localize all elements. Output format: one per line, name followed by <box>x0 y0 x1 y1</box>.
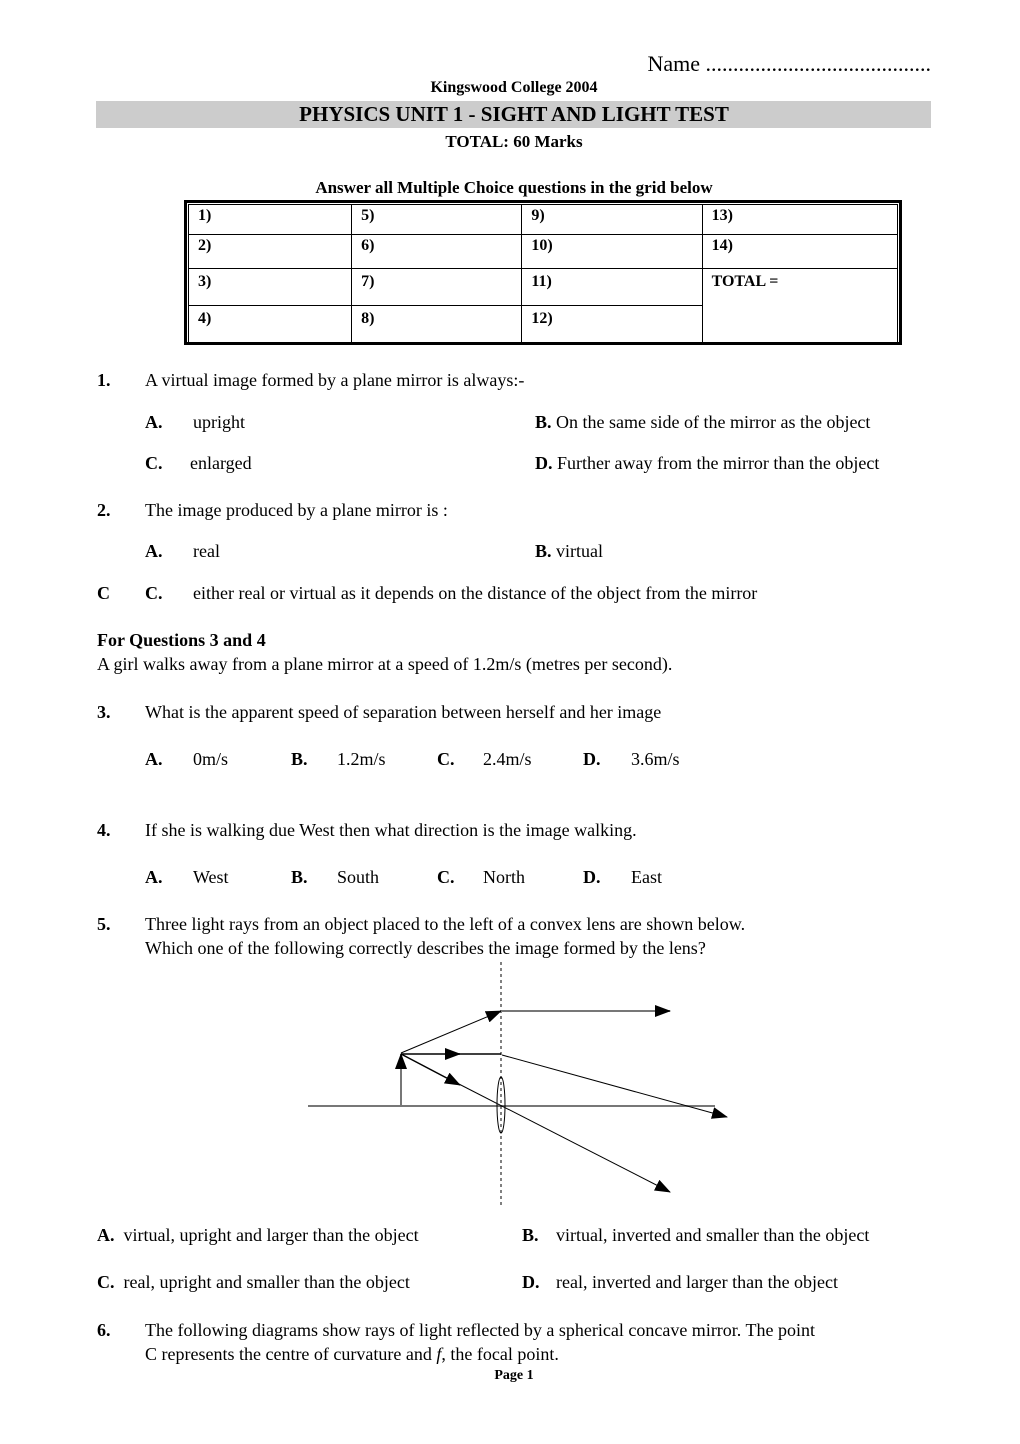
option-letter: B. <box>522 1225 539 1245</box>
option-text[interactable]: South <box>337 868 379 886</box>
option-letter: C. <box>437 749 455 769</box>
answer-cell[interactable]: 1) <box>187 204 353 235</box>
total-marks: TOTAL: 60 Marks <box>445 132 583 151</box>
question-text: If she is walking due West then what dir… <box>145 820 637 840</box>
page-number: Page 1 <box>494 1368 534 1383</box>
question-number: 4. <box>97 820 111 840</box>
option-letter: A. <box>145 412 163 432</box>
question-number: 6. <box>97 1320 111 1340</box>
question-number: 5. <box>97 914 111 934</box>
section-heading: For Questions 3 and 4 <box>97 630 266 650</box>
question-text: The following diagrams show rays of ligh… <box>145 1320 815 1340</box>
question-number: 2. <box>97 500 111 520</box>
option-text[interactable]: virtual, inverted and smaller than the o… <box>556 1226 869 1244</box>
stray-mark: C <box>97 583 110 603</box>
option-text[interactable]: upright <box>193 413 245 431</box>
option-letter: B. <box>535 541 552 561</box>
convex-lens <box>496 1076 506 1134</box>
option-text[interactable]: 2.4m/s <box>483 750 532 768</box>
college-name: Kingswood College 2004 <box>430 79 598 96</box>
option-letter: C. <box>437 867 455 887</box>
question-text: The image produced by a plane mirror is … <box>145 500 448 520</box>
answer-cell[interactable]: 4) <box>187 305 353 343</box>
option-letter: A. <box>145 867 163 887</box>
answer-cell[interactable]: 11) <box>521 268 703 306</box>
ray-1-incident <box>400 1010 502 1054</box>
option-text[interactable]: real <box>193 542 220 560</box>
option-letter: A. <box>145 541 163 561</box>
option-text: virtual <box>556 541 604 561</box>
option-d[interactable]: D. Further away from the mirror than the… <box>535 454 879 472</box>
option-letter: C. <box>145 583 163 603</box>
grid-instruction: Answer all Multiple Choice questions in … <box>315 178 713 197</box>
answer-cell[interactable]: 10) <box>521 234 703 269</box>
option-letter: D. <box>522 1272 540 1292</box>
question-text: Three light rays from an object placed t… <box>145 914 746 934</box>
option-letter: D. <box>583 867 601 887</box>
answer-cell[interactable]: 2) <box>187 234 353 269</box>
question-text: A virtual image formed by a plane mirror… <box>145 370 525 390</box>
option-letter: B. <box>291 749 308 769</box>
total-score-cell[interactable]: TOTAL = <box>701 268 899 343</box>
answer-cell[interactable]: 12) <box>521 305 703 343</box>
option-letter: A. <box>97 1225 115 1245</box>
option-b[interactable]: B. virtual <box>535 542 603 560</box>
option-text: On the same side of the mirror as the ob… <box>556 412 871 432</box>
option-letter: A. <box>145 749 163 769</box>
option-letter: C. <box>97 1272 115 1292</box>
option-letter: C. <box>145 453 163 473</box>
ray-2-refracted <box>501 1054 728 1119</box>
answer-cell[interactable]: 7) <box>351 268 523 306</box>
option-text[interactable]: real, inverted and larger than the objec… <box>556 1273 838 1291</box>
option-text[interactable]: 3.6m/s <box>631 750 680 768</box>
option-text: real, upright and smaller than the objec… <box>123 1272 410 1292</box>
option-letter: B. <box>535 412 552 432</box>
option-text: Further away from the mirror than the ob… <box>557 453 880 473</box>
option-letter: D. <box>583 749 601 769</box>
section-context: A girl walks away from a plane mirror at… <box>97 654 673 674</box>
page-title: PHYSICS UNIT 1 - SIGHT AND LIGHT TEST <box>299 102 729 126</box>
option-text: virtual, upright and larger than the obj… <box>123 1225 419 1245</box>
text-segment: C represents the centre of curvature and <box>145 1344 437 1364</box>
text-segment: , the focal point. <box>441 1344 559 1364</box>
option-b[interactable]: B. On the same side of the mirror as the… <box>535 413 870 431</box>
answer-cell[interactable]: 6) <box>351 234 523 269</box>
ray-3-continued <box>454 1081 671 1193</box>
answer-grid: 1) 5) 9) 13) 2) 6) 10) 14) 3) 7) 11) TOT… <box>184 200 902 345</box>
answer-cell[interactable]: 3) <box>187 268 353 306</box>
answer-cell[interactable]: 9) <box>521 204 703 235</box>
question-text: What is the apparent speed of separation… <box>145 702 662 722</box>
option-text[interactable]: 0m/s <box>193 750 228 768</box>
answer-cell[interactable]: 13) <box>701 204 899 235</box>
option-letter: B. <box>291 867 308 887</box>
option-text[interactable]: North <box>483 868 525 886</box>
option-text[interactable]: East <box>631 868 662 886</box>
answer-cell[interactable]: 8) <box>351 305 523 343</box>
option-text[interactable]: 1.2m/s <box>337 750 386 768</box>
option-letter: D. <box>535 453 553 473</box>
name-field-label: Name ...................................… <box>647 51 931 76</box>
question-text-line2: C represents the centre of curvature and… <box>145 1345 559 1363</box>
option-c[interactable]: C. real, upright and smaller than the ob… <box>97 1273 410 1291</box>
question-number: 1. <box>97 370 111 390</box>
ray-3-incident <box>400 1053 461 1086</box>
option-text[interactable]: enlarged <box>190 454 252 472</box>
question-number: 3. <box>97 702 111 722</box>
option-text[interactable]: either real or virtual as it depends on … <box>193 584 757 602</box>
answer-cell[interactable]: 14) <box>701 234 899 269</box>
question-text: Which one of the following correctly des… <box>145 938 706 958</box>
answer-cell[interactable]: 5) <box>351 204 523 235</box>
option-a[interactable]: A. virtual, upright and larger than the … <box>97 1226 419 1244</box>
option-text[interactable]: West <box>193 868 229 886</box>
